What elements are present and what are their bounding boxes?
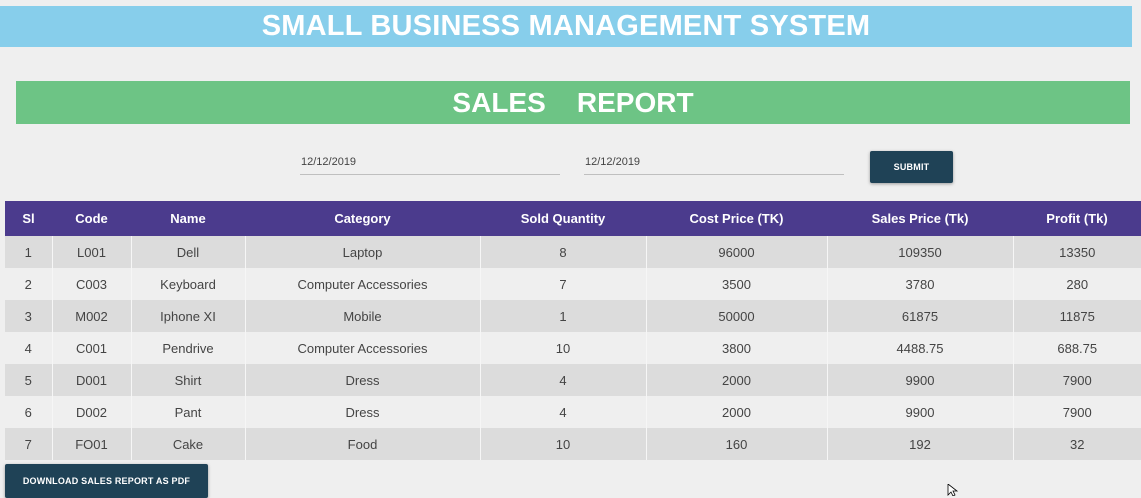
table-row: 6 D002 Pant Dress 4 2000 9900 7900	[5, 396, 1141, 428]
cell-sold-quantity: 4	[480, 364, 647, 396]
cell-profit: 32	[1013, 428, 1141, 460]
header-cost-price: Cost Price (TK)	[646, 201, 827, 236]
table-row: 4 C001 Pendrive Computer Accessories 10 3800 4…	[5, 332, 1141, 364]
cell-sales-price: 192	[827, 428, 1014, 460]
cell-profit: 13350	[1013, 236, 1141, 268]
date-to-input[interactable]	[584, 149, 844, 175]
cell-cost-price: 2000	[646, 364, 828, 396]
cell-category: Food	[245, 428, 481, 460]
cell-name: Pendrive	[131, 332, 246, 364]
cell-code: D001	[52, 364, 132, 396]
cell-profit: 688.75	[1013, 332, 1141, 364]
header-name: Name	[131, 201, 245, 236]
cell-code: C003	[52, 268, 132, 300]
download-pdf-button[interactable]: DOWNLOAD SALES REPORT AS PDF	[5, 464, 208, 498]
cell-sales-price: 9900	[827, 396, 1014, 428]
cell-profit: 7900	[1013, 396, 1141, 428]
sales-report-table: Sl Code Name Category Sold Quantity Cost…	[5, 201, 1141, 460]
cell-sl: 7	[5, 428, 53, 460]
cell-category: Dress	[245, 364, 481, 396]
header-sold-quantity: Sold Quantity	[480, 201, 646, 236]
cell-code: FO01	[52, 428, 132, 460]
cell-cost-price: 3800	[646, 332, 828, 364]
cell-sold-quantity: 1	[480, 300, 647, 332]
table-row: 3 M002 Iphone XI Mobile 1 50000 61875 11875	[5, 300, 1141, 332]
mouse-pointer-icon	[947, 484, 959, 496]
cell-sold-quantity: 4	[480, 396, 647, 428]
cell-code: C001	[52, 332, 132, 364]
cell-code: L001	[52, 236, 132, 268]
table-row: 7 FO01 Cake Food 10 160 192 32	[5, 428, 1141, 460]
cell-sl: 6	[5, 396, 53, 428]
cell-name: Keyboard	[131, 268, 246, 300]
table-header-row: Sl Code Name Category Sold Quantity Cost…	[5, 201, 1141, 236]
cell-profit: 11875	[1013, 300, 1141, 332]
cell-sl: 5	[5, 364, 53, 396]
date-from-input[interactable]	[300, 149, 560, 175]
cell-sold-quantity: 10	[480, 428, 647, 460]
cell-sl: 4	[5, 332, 53, 364]
cell-cost-price: 160	[646, 428, 828, 460]
cell-sales-price: 61875	[827, 300, 1014, 332]
table-row: 5 D001 Shirt Dress 4 2000 9900 7900	[5, 364, 1141, 396]
app-title-banner: SMALL BUSINESS MANAGEMENT SYSTEM	[0, 6, 1132, 47]
table-row: 2 C003 Keyboard Computer Accessories 7 3500 37…	[5, 268, 1141, 300]
cell-sales-price: 3780	[827, 268, 1014, 300]
cell-sold-quantity: 7	[480, 268, 647, 300]
cell-sold-quantity: 10	[480, 332, 647, 364]
header-sl: Sl	[5, 201, 52, 236]
cell-sales-price: 109350	[827, 236, 1014, 268]
cell-category: Computer Accessories	[245, 268, 481, 300]
cell-cost-price: 50000	[646, 300, 828, 332]
cell-sales-price: 9900	[827, 364, 1014, 396]
cell-name: Pant	[131, 396, 246, 428]
cell-code: M002	[52, 300, 132, 332]
cell-category: Computer Accessories	[245, 332, 481, 364]
cell-name: Iphone XI	[131, 300, 246, 332]
cell-profit: 280	[1013, 268, 1141, 300]
cell-name: Shirt	[131, 364, 246, 396]
header-sales-price: Sales Price (Tk)	[827, 201, 1013, 236]
submit-button[interactable]: SUBMIT	[870, 151, 953, 183]
cell-category: Mobile	[245, 300, 481, 332]
cell-profit: 7900	[1013, 364, 1141, 396]
header-profit: Profit (Tk)	[1013, 201, 1141, 236]
cell-name: Cake	[131, 428, 246, 460]
cell-cost-price: 3500	[646, 268, 828, 300]
report-title: SALES REPORT	[16, 81, 1130, 124]
cell-cost-price: 96000	[646, 236, 828, 268]
cell-category: Dress	[245, 396, 481, 428]
cell-sales-price: 4488.75	[827, 332, 1014, 364]
cell-name: Dell	[131, 236, 246, 268]
cell-sold-quantity: 8	[480, 236, 647, 268]
cell-sl: 1	[5, 236, 53, 268]
cell-cost-price: 2000	[646, 396, 828, 428]
cell-category: Laptop	[245, 236, 481, 268]
table-row: 1 L001 Dell Laptop 8 96000 109350 13350	[5, 236, 1141, 268]
cell-code: D002	[52, 396, 132, 428]
cell-sl: 3	[5, 300, 53, 332]
header-category: Category	[245, 201, 480, 236]
header-code: Code	[52, 201, 131, 236]
cell-sl: 2	[5, 268, 53, 300]
